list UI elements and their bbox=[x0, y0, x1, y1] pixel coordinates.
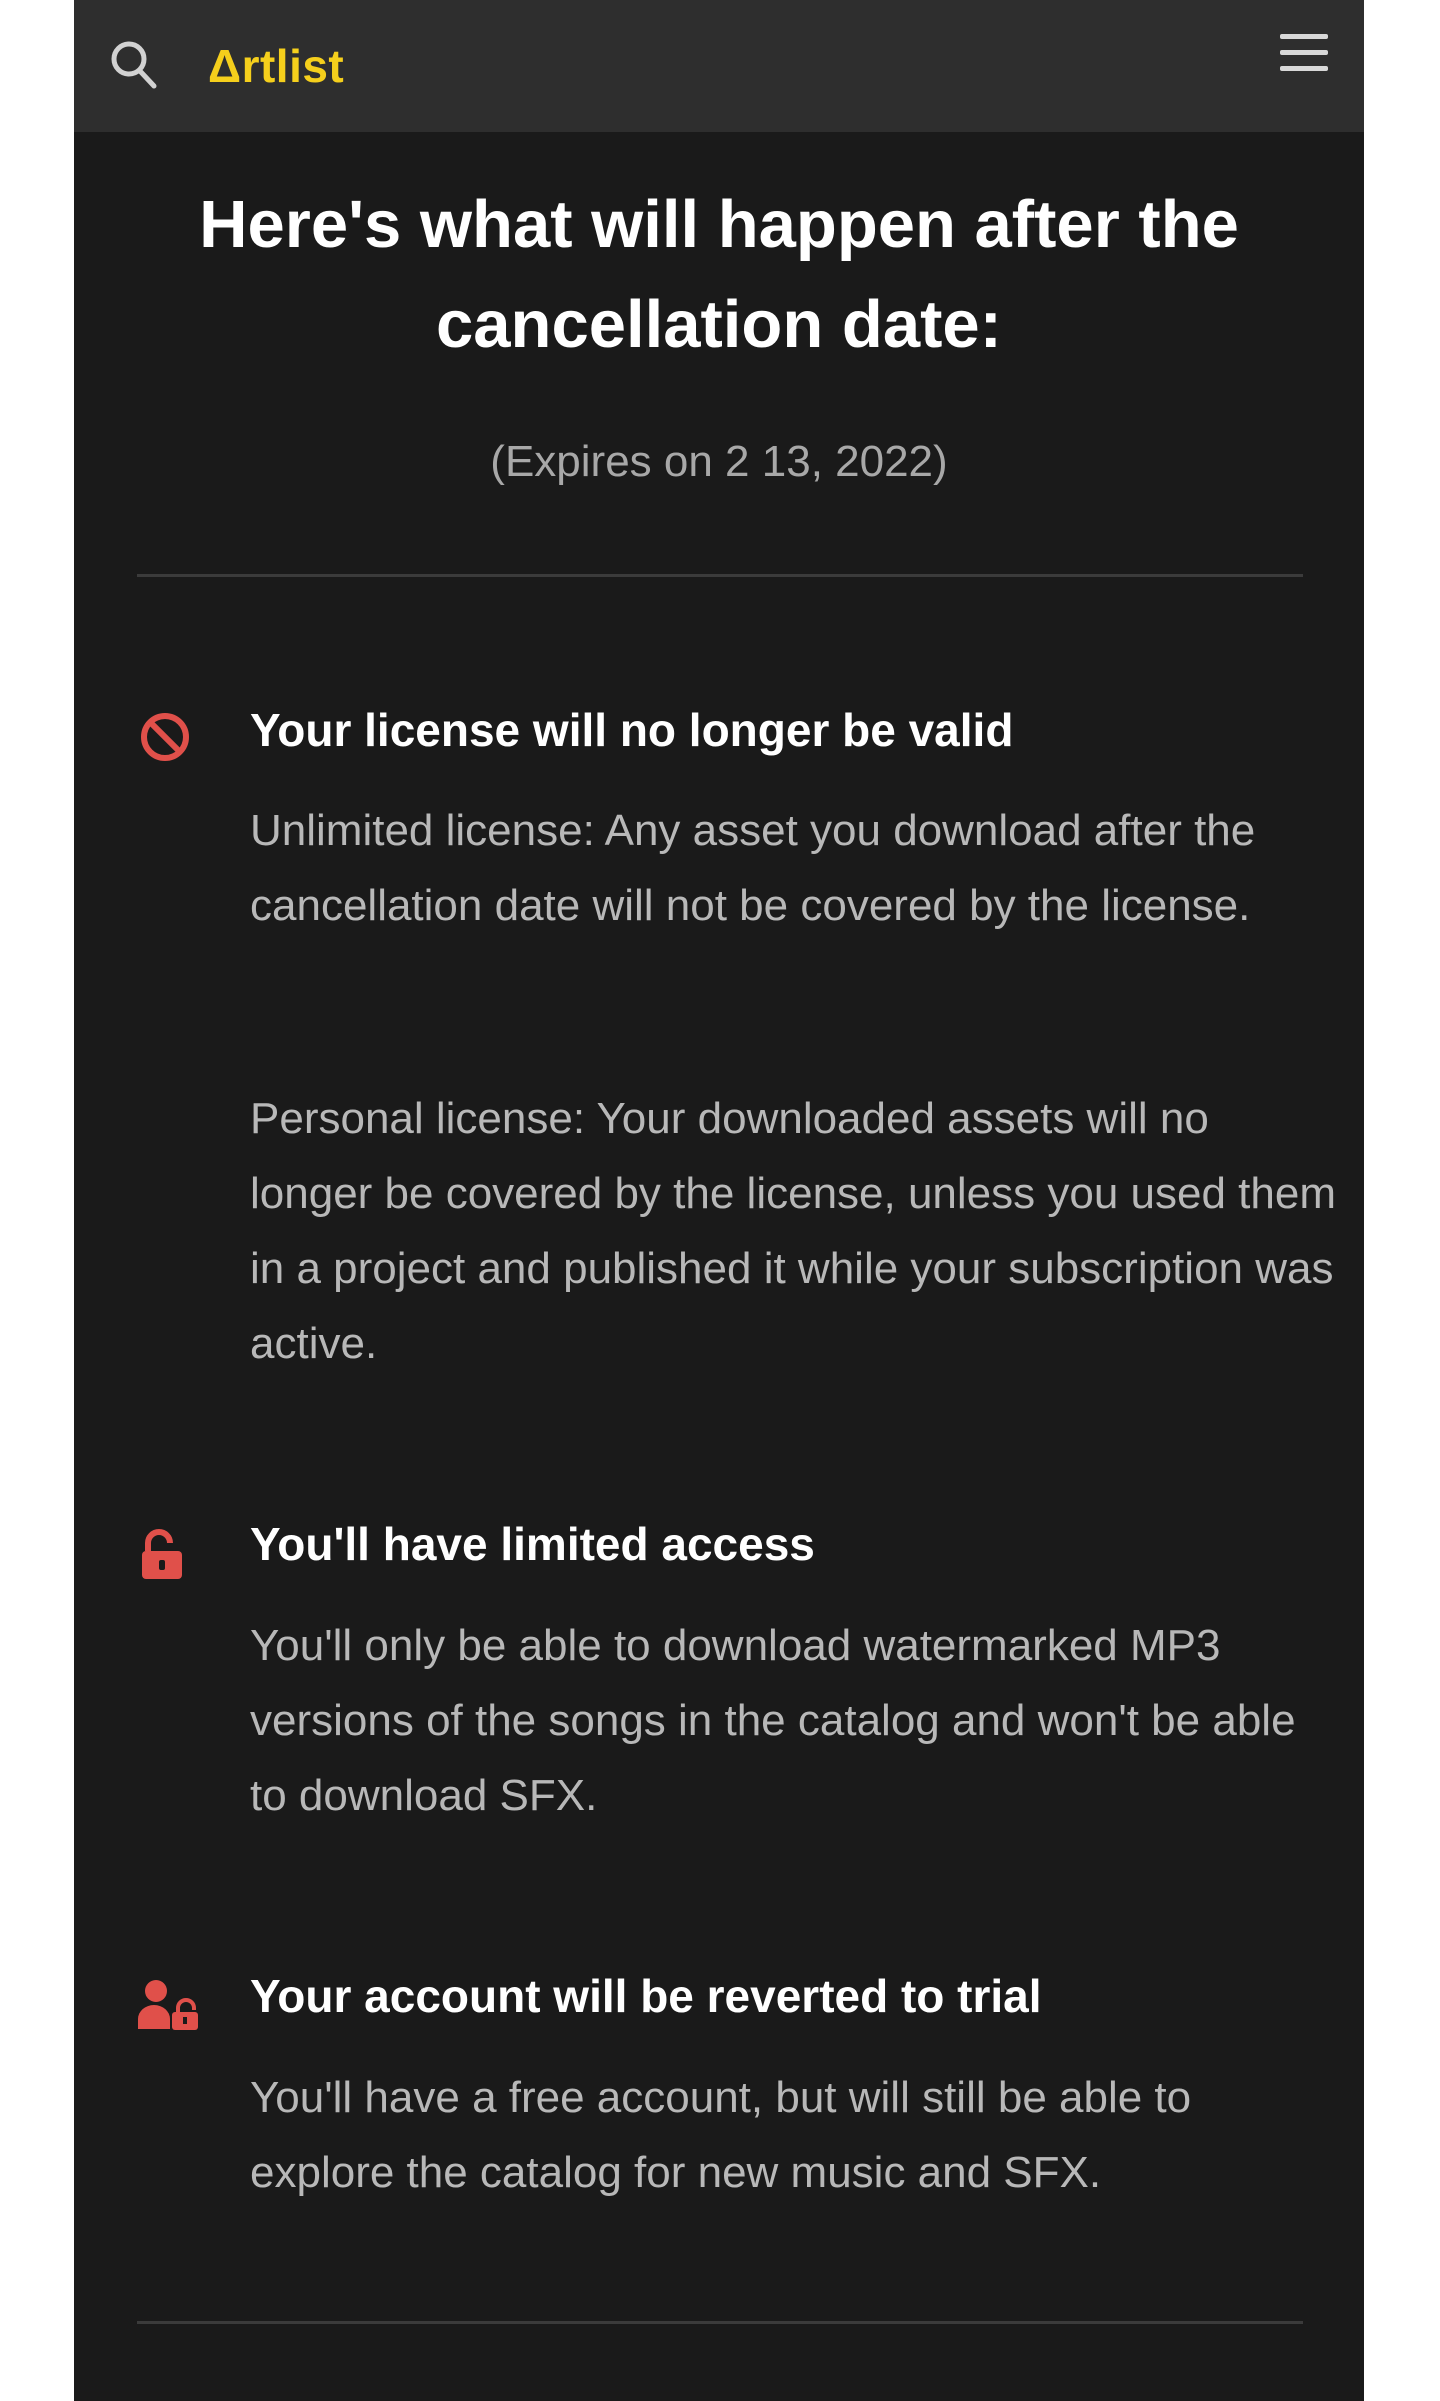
section-paragraph-unlimited-license: Unlimited license: Any asset you downloa… bbox=[250, 806, 1256, 930]
hamburger-menu-icon[interactable] bbox=[1280, 34, 1328, 74]
user-lock-icon bbox=[138, 1980, 198, 2030]
artlist-logo[interactable]: Δrtlist bbox=[208, 34, 344, 98]
section-paragraph-account-trial: You'll have a free account, but will sti… bbox=[250, 2073, 1192, 2197]
menu-bar bbox=[1280, 50, 1328, 55]
section-paragraph-limited-access: You'll only be able to download watermar… bbox=[250, 1621, 1296, 1820]
search-icon[interactable] bbox=[108, 38, 158, 90]
expiration-date: (Expires on 2 13, 2022) bbox=[490, 437, 948, 486]
section-title-account-trial: Your account will be reverted to trial bbox=[250, 1970, 1042, 2022]
divider bbox=[137, 2321, 1303, 2324]
page-title: Here's what will happen after the cancel… bbox=[199, 187, 1239, 362]
section-paragraph-personal-license: Personal license: Your downloaded assets… bbox=[250, 1094, 1336, 1368]
divider bbox=[137, 574, 1303, 577]
section-title-limited-access: You'll have limited access bbox=[250, 1518, 815, 1570]
menu-bar bbox=[1280, 34, 1328, 39]
menu-bar bbox=[1280, 66, 1328, 71]
section-title-license: Your license will no longer be valid bbox=[250, 704, 1014, 756]
phone-screen: Δrtlist Here's what will happen after th… bbox=[74, 0, 1364, 2401]
top-header: Δrtlist bbox=[74, 0, 1364, 132]
prohibited-icon bbox=[141, 713, 189, 761]
unlocked-padlock-icon bbox=[142, 1529, 182, 1579]
